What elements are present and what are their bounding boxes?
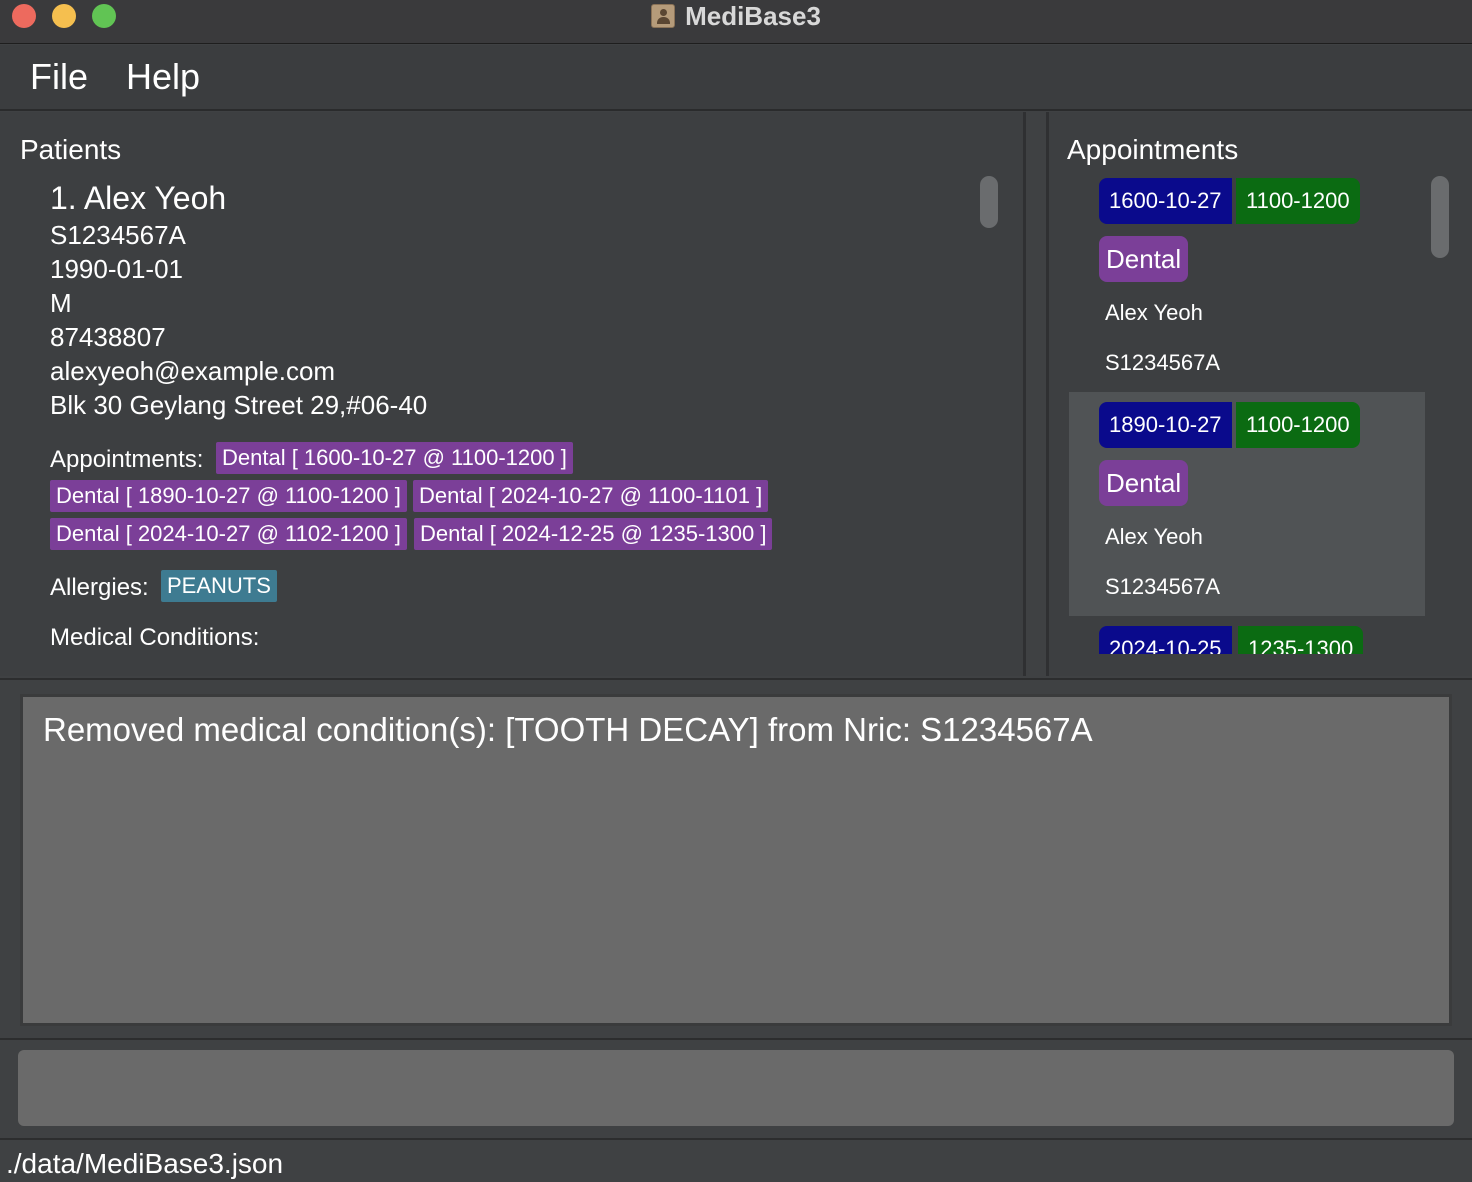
appointment-time: 1100-1200	[1236, 402, 1360, 448]
patient-address: Blk 30 Geylang Street 29,#06-40	[50, 390, 428, 420]
appointment-tag: Dental [ 2024-12-25 @ 1235-1300 ]	[414, 518, 773, 550]
appointment-list[interactable]: 1600-10-27 1100-1200 Dental Alex Yeoh S1…	[1069, 168, 1425, 654]
appointment-patient-nric: S1234567A	[1105, 350, 1220, 375]
patient-email: alexyeoh@example.com	[50, 356, 336, 386]
menu-help[interactable]: Help	[126, 56, 200, 98]
patient-nric: S1234567A	[50, 220, 186, 250]
command-input[interactable]	[18, 1050, 1454, 1126]
appointment-date: 2024-10-25	[1099, 626, 1232, 654]
appointments-scrollbar[interactable]	[1431, 176, 1449, 258]
contact-card-icon	[651, 4, 676, 28]
appointments-panel: Appointments 1600-10-27 1100-1200 Dental…	[1046, 112, 1472, 676]
title-bar: MediBase3	[0, 0, 1472, 44]
patients-scrollbar[interactable]	[980, 176, 998, 228]
result-display: Removed medical condition(s): [TOOTH DEC…	[20, 694, 1452, 1026]
appointment-patient-name: Alex Yeoh	[1105, 300, 1203, 325]
allergies-label: Allergies:	[50, 574, 149, 601]
patient-gender: M	[50, 288, 72, 318]
appointment-date: 1600-10-27	[1099, 178, 1232, 224]
appointment-tag: Dental [ 1890-10-27 @ 1100-1200 ]	[50, 480, 407, 512]
menu-bar: File Help	[0, 45, 1472, 111]
appointment-time: 1100-1200	[1236, 178, 1360, 224]
status-bar: ./data/MediBase3.json	[0, 1138, 1472, 1182]
appointment-type: Dental	[1099, 236, 1189, 282]
appointment-tag: Dental [ 2024-10-27 @ 1100-1101 ]	[413, 480, 769, 512]
patient-phone: 87438807	[50, 322, 166, 352]
appointment-patient-nric: S1234567A	[1105, 574, 1220, 599]
patients-heading: Patients	[20, 134, 122, 165]
appointment-card[interactable]: 1600-10-27 1100-1200 Dental Alex Yeoh S1…	[1069, 168, 1425, 392]
appointment-tag: Dental [ 2024-10-27 @ 1102-1200 ]	[50, 518, 407, 550]
patient-card[interactable]: 1. Alex Yeoh S1234567A 1990-01-01 M 8743…	[20, 168, 974, 654]
data-file-path: ./data/MediBase3.json	[6, 1148, 284, 1179]
medical-conditions-label: Medical Conditions:	[50, 624, 260, 651]
result-display-area: Removed medical condition(s): [TOOTH DEC…	[0, 678, 1472, 1038]
appointments-heading: Appointments	[1067, 134, 1239, 165]
appointment-date: 1890-10-27	[1099, 402, 1232, 448]
appointments-label: Appointments:	[50, 446, 204, 473]
window-title-group: MediBase3	[0, 0, 1472, 32]
menu-file[interactable]: File	[30, 56, 88, 98]
appointment-card[interactable]: 1890-10-27 1100-1200 Dental Alex Yeoh S1…	[1069, 392, 1425, 616]
patients-panel: Patients 1. Alex Yeoh S1234567A 1990-01-…	[0, 112, 1026, 676]
result-message: Removed medical condition(s): [TOOTH DEC…	[43, 711, 1093, 748]
patient-list[interactable]: 1. Alex Yeoh S1234567A 1990-01-01 M 8743…	[20, 168, 974, 654]
appointment-patient-name: Alex Yeoh	[1105, 524, 1203, 549]
window-title: MediBase3	[685, 0, 821, 31]
patient-name: 1. Alex Yeoh	[50, 180, 227, 216]
appointment-tag: Dental [ 1600-10-27 @ 1100-1200 ]	[216, 442, 573, 474]
allergy-tag: PEANUTS	[161, 570, 277, 602]
appointment-card[interactable]: 2024-10-25 1235-1300	[1069, 616, 1425, 654]
appointment-type: Dental	[1099, 460, 1189, 506]
patient-dob: 1990-01-01	[50, 254, 183, 284]
appointment-time: 1235-1300	[1238, 626, 1364, 654]
command-box-area	[0, 1038, 1472, 1138]
